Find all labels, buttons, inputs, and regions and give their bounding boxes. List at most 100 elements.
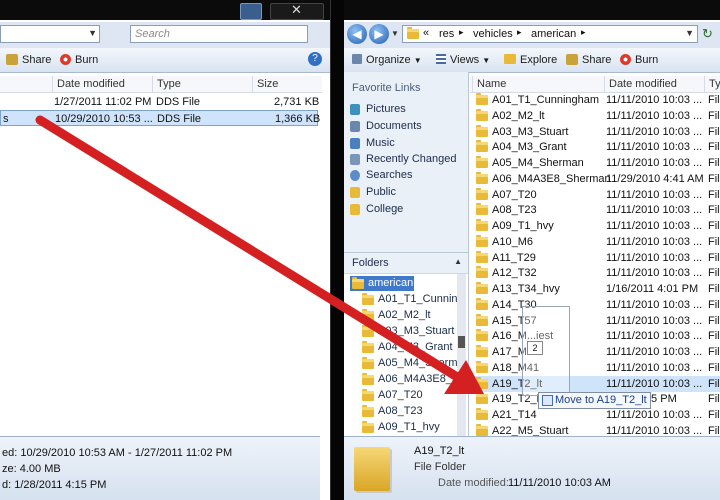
history-dropdown-icon[interactable]: ▼: [391, 29, 399, 38]
favorite-link-music[interactable]: Music: [344, 136, 468, 152]
breadcrumb[interactable]: « res ▸ vehicles ▸ american ▸ ▼: [402, 25, 698, 43]
details-created: d: 1/28/2011 4:15 PM: [2, 479, 107, 491]
right-details-pane: A19_T2_lt File Folder Date modified: 11/…: [344, 436, 720, 500]
folder-icon: [362, 309, 374, 321]
tree-item[interactable]: A02_M2_lt: [358, 308, 458, 323]
file-row[interactable]: A06_M4A3E8_Sherman11/29/2010 4:41 AMFile: [470, 171, 720, 187]
favorite-link-documents[interactable]: Documents: [344, 119, 468, 135]
file-row-selected[interactable]: s 10/29/2010 10:53 ... DDS File 1,366 KB: [0, 110, 320, 126]
breadcrumb-res[interactable]: res: [439, 28, 454, 40]
search-placeholder: Search: [135, 28, 170, 40]
details-date-label: Date modified:: [438, 477, 509, 489]
file-row[interactable]: A18_M4111/11/2010 10:03 ...File: [470, 360, 720, 376]
favorite-link-searches[interactable]: Searches: [344, 168, 468, 184]
tree-scrollbar-thumb[interactable]: [458, 336, 465, 348]
organize-icon: [352, 54, 362, 64]
chevron-down-icon[interactable]: ▼: [685, 28, 694, 38]
chevron-down-icon[interactable]: ▼: [88, 28, 97, 38]
left-restore-button[interactable]: [240, 3, 262, 20]
search-input[interactable]: Search: [130, 25, 308, 43]
back-button[interactable]: ◀: [347, 24, 367, 44]
tree-item[interactable]: A05_M4_Sherma: [358, 356, 464, 371]
burn-button[interactable]: Burn: [620, 52, 658, 68]
folder-icon: [476, 156, 488, 168]
tree-item[interactable]: A07_T20: [358, 388, 458, 403]
folder-icon: [476, 423, 488, 436]
folder-tree: american A01_T1_Cunning A02_M2_lt A03_M3_S…: [344, 274, 468, 436]
share-button[interactable]: Share: [566, 52, 611, 68]
folder-icon: [476, 124, 488, 137]
favorite-link-college[interactable]: College: [344, 202, 468, 218]
tree-item[interactable]: A09_T1_hvy: [358, 420, 458, 435]
col-type[interactable]: Ty: [704, 76, 720, 92]
favorite-link-recently-changed[interactable]: Recently Changed: [344, 152, 468, 168]
file-row[interactable]: A08_T2311/11/2010 10:03 ...File: [470, 202, 720, 218]
folder-icon: [476, 93, 488, 105]
left-explorer-window: ✕ ▼ Search Share Burn ? Date modified Ty…: [0, 0, 331, 500]
views-button[interactable]: Views ▼: [436, 52, 490, 68]
collapse-icon[interactable]: ▲: [454, 257, 462, 266]
file-row[interactable]: A05_M4_Sherman11/11/2010 10:03 ...File: [470, 155, 720, 171]
left-title-bar: ✕: [0, 0, 330, 20]
favorite-link-public[interactable]: Public: [344, 185, 468, 201]
file-row[interactable]: A14_T3011/11/2010 10:03 ...File: [470, 297, 720, 313]
col-type[interactable]: Type: [152, 76, 252, 92]
left-address-bar: ▼ Search: [0, 22, 330, 49]
refresh-icon[interactable]: ↻: [702, 26, 713, 42]
organize-button[interactable]: Organize ▼: [352, 52, 422, 68]
folder-icon: [476, 360, 488, 373]
music-icon: [350, 138, 360, 149]
file-row[interactable]: A15_T5711/11/2010 10:03 ...File: [470, 313, 720, 329]
drag-tooltip: Move to A19_T2_lt: [538, 392, 651, 409]
tree-item[interactable]: A03_M3_Stuart: [358, 324, 458, 339]
folders-header[interactable]: Folders ▲: [344, 252, 468, 274]
file-row-drop-target[interactable]: A19_T2_lt11/11/2010 10:03 ...File: [470, 375, 720, 392]
share-icon: [6, 54, 18, 65]
file-row[interactable]: A03_M3_Stuart11/11/2010 10:03 ...File: [470, 124, 720, 140]
tree-scrollbar[interactable]: [457, 274, 466, 436]
tree-item-american[interactable]: american: [350, 276, 414, 291]
file-row[interactable]: A09_T1_hvy11/11/2010 10:03 ...File: [470, 218, 720, 234]
tree-item[interactable]: A08_T23: [358, 404, 458, 419]
file-row[interactable]: A16_M...iest11/11/2010 10:03 ...File: [470, 328, 720, 344]
file-row[interactable]: A02_M2_lt11/11/2010 10:03 ...File: [470, 108, 720, 124]
details-size: ze: 4.00 MB: [2, 463, 61, 475]
col-date-modified[interactable]: Date modified: [604, 76, 704, 92]
file-row[interactable]: A17_M...11/11/2010 10:03 ...File: [470, 344, 720, 360]
col-name[interactable]: Name: [472, 76, 604, 92]
folder-icon: [407, 27, 419, 39]
file-row[interactable]: A11_T2911/11/2010 10:03 ...File: [470, 250, 720, 266]
tree-item[interactable]: A01_T1_Cunning: [358, 292, 464, 307]
pictures-icon: [350, 104, 360, 115]
left-address-field[interactable]: ▼: [0, 25, 100, 43]
file-row[interactable]: A12_T3211/11/2010 10:03 ...File: [470, 265, 720, 281]
file-row[interactable]: A01_T1_Cunningham 11/11/2010 10:03 ... Fil…: [470, 92, 720, 108]
drag-ghost: 2: [522, 306, 570, 396]
breadcrumb-vehicles[interactable]: vehicles: [473, 28, 513, 40]
left-close-button[interactable]: ✕: [270, 2, 324, 20]
breadcrumb-american[interactable]: american: [531, 28, 576, 40]
folder-icon: [352, 277, 364, 289]
file-row[interactable]: A22_M5_Stuart11/11/2010 10:03 ...File: [470, 423, 720, 436]
tree-item[interactable]: A04_M3_Grant: [358, 340, 458, 355]
forward-button[interactable]: ▶: [369, 24, 389, 44]
folder-icon: [476, 392, 488, 405]
col-date-modified[interactable]: Date modified: [52, 76, 152, 92]
right-toolbar: Organize ▼ Views ▼ Explore Share Burn: [344, 48, 720, 73]
file-row[interactable]: A21_T1411/11/2010 10:03 ...File: [470, 407, 720, 423]
col-size[interactable]: Size: [252, 76, 322, 92]
explore-button[interactable]: Explore: [504, 52, 557, 68]
file-row[interactable]: 1/27/2011 11:02 PM DDS File 2,731 KB: [0, 94, 322, 110]
file-row[interactable]: A13_T34_hvy1/16/2011 4:01 PMFile: [470, 281, 720, 297]
views-icon: [436, 54, 446, 64]
file-row[interactable]: A07_T2011/11/2010 10:03 ...File: [470, 187, 720, 203]
burn-button[interactable]: Burn: [60, 52, 98, 68]
share-button[interactable]: Share: [6, 52, 51, 68]
help-icon[interactable]: ?: [308, 52, 322, 66]
navigation-pane: Favorite Links Pictures Documents Music …: [344, 72, 469, 436]
file-row[interactable]: A10_M611/11/2010 10:03 ...File: [470, 234, 720, 250]
tree-item[interactable]: A06_M4A3E8_Sh: [358, 372, 465, 387]
file-row[interactable]: A04_M3_Grant11/11/2010 10:03 ...File: [470, 139, 720, 155]
favorite-link-pictures[interactable]: Pictures: [344, 102, 468, 118]
folder-icon: [476, 203, 488, 216]
